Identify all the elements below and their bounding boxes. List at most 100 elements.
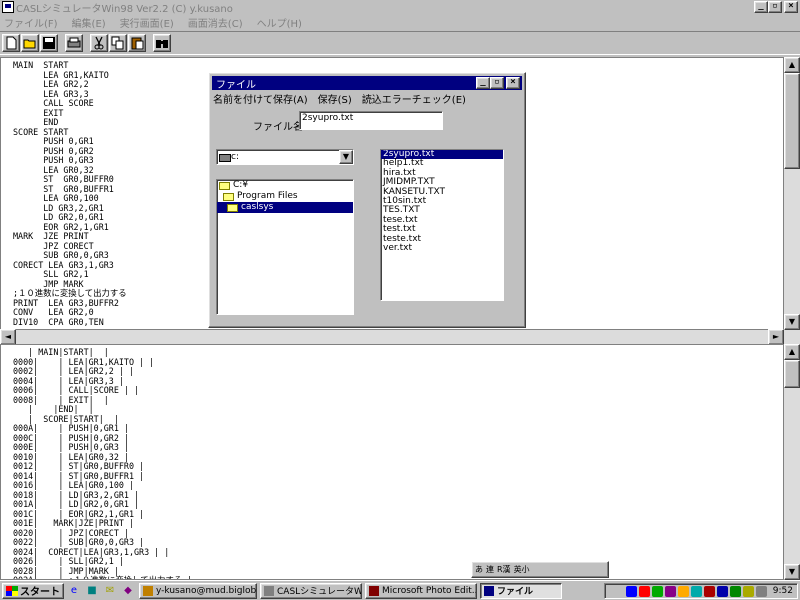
save-menu[interactable]: 保存(S) [318, 91, 352, 106]
file-item[interactable]: ver.txt [381, 243, 503, 253]
dialog-minimize-button[interactable]: _ [476, 77, 490, 89]
save-as-menu[interactable]: 名前を付けて保存(A) [213, 91, 308, 106]
menu-edit[interactable]: 編集(E) [72, 15, 106, 30]
task-app-icon [369, 585, 379, 596]
copy-icon [111, 36, 124, 50]
menu-help[interactable]: ヘルプ(H) [257, 15, 302, 30]
print-button[interactable] [65, 34, 83, 52]
menu-clear-screen[interactable]: 画面消去(C) [188, 15, 243, 30]
menu-bar: ファイル(F) 編集(E) 実行画面(E) 画面消去(C) ヘルプ(H) [0, 14, 800, 30]
tray-app-icon[interactable] [664, 585, 676, 597]
source-hscrollbar[interactable]: ◄ ► [0, 329, 800, 345]
scroll-down-arrow-icon[interactable]: ▼ [784, 314, 800, 330]
source-vscrollbar[interactable]: ▲ ▼ [784, 57, 800, 330]
scroll-right-arrow-icon[interactable]: ► [768, 329, 784, 345]
listing-line: 0002| | LEA|GR2,2 | | [13, 366, 135, 376]
new-file-button[interactable] [2, 34, 20, 52]
scroll-down-arrow-icon[interactable]: ▼ [784, 564, 800, 580]
ime-romaji[interactable]: R漢 [497, 564, 511, 575]
ime-mode[interactable]: あ [475, 564, 483, 575]
task-label: Microsoft Photo Edit... [382, 585, 477, 596]
listing-line: 0008| | EXIT| | [13, 394, 109, 405]
taskbar-task[interactable]: y-kusano@mud.biglob... [139, 582, 257, 599]
folder-icon [219, 182, 230, 190]
cut-button[interactable] [90, 34, 108, 52]
clock[interactable]: 9:52 [773, 586, 793, 596]
save-button[interactable] [40, 34, 58, 52]
tray-app-icon[interactable] [651, 585, 663, 597]
listing-line: 0026| | SLL|GR2,1 | [13, 556, 124, 566]
scroll-thumb[interactable] [784, 360, 800, 388]
tray-app-icon[interactable] [638, 585, 650, 597]
listing-line: 0006| | CALL|SCORE | | [13, 385, 140, 395]
folder-node[interactable]: Program Files [217, 191, 353, 202]
tray-app-icon[interactable] [677, 585, 689, 597]
load-error-check-menu[interactable]: 読込エラーチェック(E) [362, 91, 466, 106]
folder-node[interactable]: C:¥ [217, 180, 353, 191]
task-app-icon [264, 585, 274, 596]
filename-input[interactable]: 2syupro.txt [299, 111, 443, 130]
volume-icon[interactable] [755, 585, 767, 597]
dialog-title-bar[interactable]: ファイル _ ▫ × [212, 76, 522, 91]
folder-node-selected[interactable]: caslsys [217, 202, 353, 213]
window-title: CASLシミュレータWin98 Ver2.2 (C) y.kusano [16, 3, 233, 15]
listing-vscrollbar[interactable]: ▲ ▼ [784, 344, 800, 580]
folder-open-icon [23, 39, 36, 49]
tray-app-icon[interactable] [703, 585, 715, 597]
ime-english[interactable]: 英小 [514, 564, 530, 575]
scroll-left-arrow-icon[interactable]: ◄ [0, 329, 16, 345]
task-app-icon [484, 585, 494, 596]
menu-run-screen[interactable]: 実行画面(E) [120, 15, 174, 30]
start-button[interactable]: スタート [2, 582, 64, 599]
ime-conversion[interactable]: 連 [486, 564, 494, 575]
listing-text: | MAIN|START| | 0000| | LEA|GR1,KAITO | |… [1, 345, 783, 579]
channel-icon[interactable]: ◆ [120, 583, 136, 599]
ie-icon[interactable]: e [66, 583, 82, 599]
scroll-thumb[interactable] [784, 73, 800, 169]
tray-app-icon[interactable] [742, 585, 754, 597]
clipboard-icon [131, 37, 144, 50]
tray-app-icon[interactable] [690, 585, 702, 597]
dialog-title: ファイル [216, 79, 256, 91]
close-button[interactable]: × [784, 1, 798, 13]
taskbar-task[interactable]: ファイル [480, 582, 562, 599]
copy-button[interactable] [109, 34, 127, 52]
binoculars-icon [156, 40, 168, 48]
drive-combo[interactable]: c: ▼ [216, 149, 354, 165]
listing-line: | |END| | [13, 404, 94, 414]
scroll-up-arrow-icon[interactable]: ▲ [784, 344, 800, 360]
listing-output[interactable]: | MAIN|START| | 0000| | LEA|GR1,KAITO | |… [0, 344, 784, 580]
folder-tree[interactable]: C:¥ Program Files caslsys [216, 179, 354, 315]
menu-file[interactable]: ファイル(F) [4, 15, 58, 30]
tray-app-icon[interactable] [729, 585, 741, 597]
page-icon [6, 36, 17, 50]
task-label: ファイル [497, 587, 534, 597]
scissors-icon [94, 36, 104, 50]
desktop-icon[interactable]: ■ [84, 583, 100, 599]
drive-value: c: [217, 152, 339, 162]
file-list[interactable]: 2syupro.txt help1.txt hira.txt JMIDMP.TXT KA… [380, 149, 504, 301]
app-icon [2, 1, 14, 13]
folder-icon [223, 193, 234, 201]
minimize-button[interactable]: _ [754, 1, 768, 13]
dialog-maximize-button[interactable]: ▫ [490, 77, 504, 89]
task-app-icon [143, 585, 153, 596]
tray-app-icon[interactable] [625, 585, 637, 597]
find-button[interactable] [153, 34, 171, 52]
tray-app-icon[interactable] [716, 585, 728, 597]
scroll-up-arrow-icon[interactable]: ▲ [784, 57, 800, 73]
taskbar-task[interactable]: Microsoft Photo Edit... [365, 582, 477, 599]
listing-line: 0024| CORECT|LEA|GR3,1,GR3 | | [13, 546, 170, 557]
title-bar[interactable]: CASLシミュレータWin98 Ver2.2 (C) y.kusano _ ▫ … [0, 0, 800, 15]
dialog-menu: 名前を付けて保存(A) 保存(S) 読込エラーチェック(E) [213, 91, 476, 106]
dialog-close-button[interactable]: × [506, 77, 520, 89]
open-button[interactable] [21, 34, 39, 52]
outlook-icon[interactable]: ✉ [102, 583, 118, 599]
paste-button[interactable] [128, 34, 146, 52]
chevron-down-icon[interactable]: ▼ [339, 150, 353, 164]
folder-open-icon [227, 204, 238, 212]
taskbar-task[interactable]: CASLシミュレータWin9... [260, 582, 362, 599]
windows-logo-icon [6, 585, 18, 596]
restore-button[interactable]: ▫ [768, 1, 782, 13]
system-tray: 9:52 [604, 583, 798, 599]
